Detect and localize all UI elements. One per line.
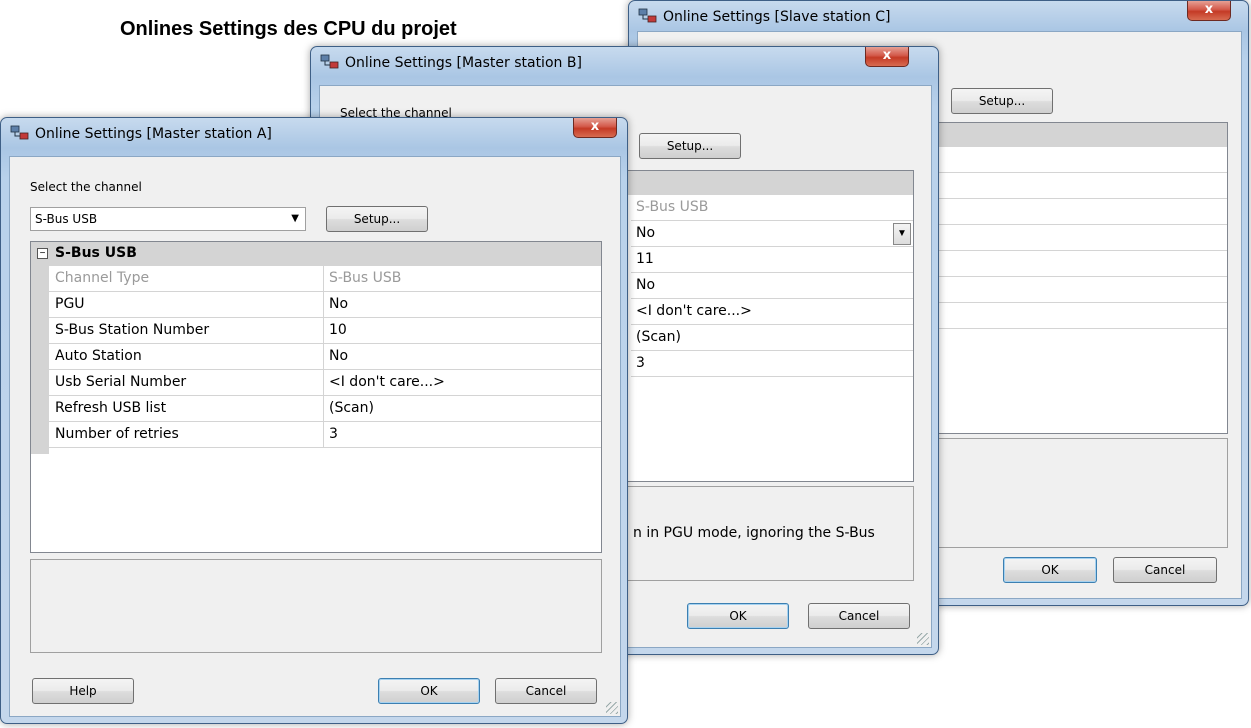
property-value[interactable]: No: [329, 296, 348, 312]
close-icon: x: [882, 48, 892, 63]
property-row-channel-type[interactable]: Channel Type S-Bus USB: [49, 266, 601, 292]
close-button[interactable]: x: [865, 47, 909, 67]
network-app-icon: [320, 54, 339, 69]
cancel-button[interactable]: Cancel: [1113, 557, 1217, 583]
property-row-refresh-usb[interactable]: Refresh USB list (Scan): [49, 396, 601, 422]
property-value: S-Bus USB: [329, 270, 402, 286]
resize-grip[interactable]: [606, 702, 618, 714]
column-divider: [323, 422, 324, 447]
category-header[interactable]: − S-Bus USB: [31, 242, 601, 266]
property-name: S-Bus Station Number: [55, 322, 210, 338]
property-value[interactable]: 10: [329, 322, 347, 338]
help-button[interactable]: Help: [32, 678, 134, 704]
property-name: Auto Station: [55, 348, 142, 364]
ok-button[interactable]: OK: [1003, 557, 1097, 583]
property-value[interactable]: 3: [329, 426, 338, 442]
close-icon: x: [590, 119, 600, 134]
chevron-down-icon: ▼: [897, 228, 907, 239]
value-pgu[interactable]: No: [631, 221, 913, 247]
property-name: Number of retries: [55, 426, 179, 442]
pgu-dropdown-button[interactable]: ▼: [893, 223, 911, 245]
column-divider: [323, 292, 324, 317]
ok-button[interactable]: OK: [378, 678, 480, 704]
property-value[interactable]: (Scan): [329, 400, 374, 416]
description-text: n in PGU mode, ignoring the S-Bus: [633, 525, 875, 541]
ok-button[interactable]: OK: [687, 603, 789, 629]
window-title: Online Settings [Slave station C]: [663, 9, 891, 25]
value-usb-serial[interactable]: <I don't care...>: [631, 299, 913, 325]
setup-button[interactable]: Setup...: [639, 133, 741, 159]
close-button[interactable]: x: [573, 118, 617, 138]
column-divider: [323, 396, 324, 421]
close-icon: x: [1204, 2, 1214, 17]
column-divider: [323, 344, 324, 369]
value-retries[interactable]: 3: [631, 351, 913, 377]
channel-select-value: S-Bus USB: [35, 212, 98, 226]
property-row-station-number[interactable]: S-Bus Station Number 10: [49, 318, 601, 344]
window-master-station-a: Online Settings [Master station A] x Sel…: [0, 117, 628, 724]
grid-margin: [31, 266, 49, 454]
property-name: PGU: [55, 296, 85, 312]
setup-button[interactable]: Setup...: [326, 206, 428, 232]
collapse-icon[interactable]: −: [37, 248, 48, 259]
property-name: Channel Type: [55, 270, 150, 286]
description-panel: [30, 559, 602, 653]
property-value[interactable]: <I don't care...>: [329, 374, 445, 390]
select-channel-label: Select the channel: [30, 180, 142, 194]
cancel-button[interactable]: Cancel: [495, 678, 597, 704]
cancel-button[interactable]: Cancel: [808, 603, 910, 629]
window-title: Online Settings [Master station B]: [345, 55, 582, 71]
column-divider: [323, 370, 324, 395]
property-value[interactable]: No: [329, 348, 348, 364]
value-channel-type: S-Bus USB: [631, 195, 913, 221]
property-grid: − S-Bus USB Channel Type S-Bus USB PGU N…: [30, 241, 602, 553]
title-bar[interactable]: Online Settings [Slave station C] x: [629, 1, 1248, 31]
column-divider: [323, 318, 324, 343]
value-auto-station[interactable]: No: [631, 273, 913, 299]
client-area: Select the channel S-Bus USB ▼ Setup... …: [9, 156, 621, 717]
title-bar[interactable]: Online Settings [Master station A] x: [1, 118, 627, 148]
page-title: Onlines Settings des CPU du projet: [120, 18, 457, 40]
value-station-number[interactable]: 11: [631, 247, 913, 273]
category-label: S-Bus USB: [55, 245, 137, 261]
value-refresh-usb[interactable]: (Scan): [631, 325, 913, 351]
title-bar[interactable]: Online Settings [Master station B] x: [311, 47, 938, 77]
network-app-icon: [638, 8, 657, 23]
network-app-icon: [10, 125, 29, 140]
property-name: Usb Serial Number: [55, 374, 187, 390]
property-row-usb-serial[interactable]: Usb Serial Number <I don't care...>: [49, 370, 601, 396]
channel-select[interactable]: S-Bus USB ▼: [30, 207, 306, 231]
property-row-retries[interactable]: Number of retries 3: [49, 422, 601, 448]
window-title: Online Settings [Master station A]: [35, 126, 272, 142]
close-button[interactable]: x: [1187, 1, 1231, 21]
resize-grip[interactable]: [917, 633, 929, 645]
property-row-auto-station[interactable]: Auto Station No: [49, 344, 601, 370]
column-divider: [323, 266, 324, 291]
setup-button[interactable]: Setup...: [951, 88, 1053, 114]
chevron-down-icon: ▼: [291, 213, 299, 224]
property-name: Refresh USB list: [55, 400, 167, 416]
property-row-pgu[interactable]: PGU No: [49, 292, 601, 318]
